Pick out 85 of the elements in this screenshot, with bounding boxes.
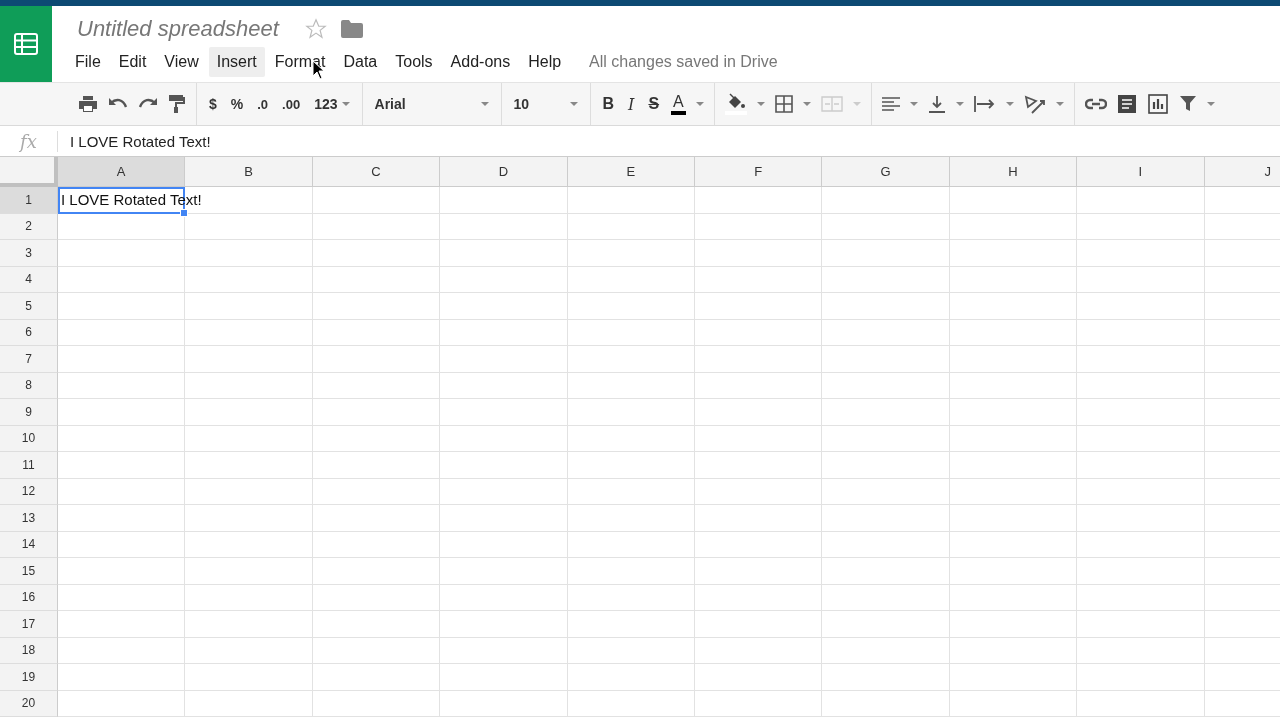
bold-button[interactable]: B bbox=[600, 95, 617, 113]
fill-color-icon[interactable] bbox=[724, 93, 747, 115]
row-header[interactable]: 19 bbox=[0, 664, 58, 691]
formula-input[interactable]: I LOVE Rotated Text! bbox=[58, 132, 211, 150]
caret-icon bbox=[802, 102, 811, 106]
menu-item[interactable]: Help bbox=[520, 47, 570, 77]
menu-item[interactable]: Data bbox=[335, 47, 386, 77]
menu-item[interactable]: Add-ons bbox=[442, 47, 519, 77]
column-header[interactable]: J bbox=[1204, 157, 1280, 187]
corner-cell[interactable] bbox=[0, 157, 58, 187]
strikethrough-button[interactable]: S bbox=[646, 95, 662, 113]
row-header[interactable]: 18 bbox=[0, 637, 58, 664]
row-header[interactable]: 2 bbox=[0, 213, 58, 240]
caret-icon bbox=[480, 102, 489, 106]
row-header[interactable]: 4 bbox=[0, 266, 58, 293]
filter-icon[interactable] bbox=[1178, 95, 1197, 113]
row-header[interactable]: 8 bbox=[0, 372, 58, 399]
row-header[interactable]: 15 bbox=[0, 558, 58, 585]
font-dropdown[interactable]: Arial bbox=[372, 96, 491, 112]
row-header[interactable]: 16 bbox=[0, 584, 58, 611]
column-header[interactable]: E bbox=[567, 157, 695, 187]
row-header[interactable]: 13 bbox=[0, 505, 58, 532]
grid-icon bbox=[14, 33, 38, 55]
formula-label: fx bbox=[0, 130, 58, 152]
link-icon[interactable] bbox=[1084, 98, 1107, 110]
row-header[interactable]: 5 bbox=[0, 293, 58, 320]
star-icon[interactable] bbox=[304, 18, 327, 40]
row-header[interactable]: 7 bbox=[0, 346, 58, 373]
font-size-dropdown[interactable]: 10 bbox=[511, 96, 580, 112]
align-left-icon[interactable] bbox=[881, 97, 900, 111]
column-header[interactable]: D bbox=[440, 157, 568, 187]
currency-format-button[interactable]: $ bbox=[207, 96, 219, 112]
chart-icon[interactable] bbox=[1146, 93, 1169, 115]
number-format-dropdown[interactable]: 123 bbox=[312, 96, 352, 112]
menu-item[interactable]: Format bbox=[266, 47, 334, 77]
row-header[interactable]: 10 bbox=[0, 425, 58, 452]
merge-cells-icon bbox=[820, 96, 843, 112]
menu-item[interactable]: Tools bbox=[387, 47, 441, 77]
caret-icon bbox=[341, 102, 350, 106]
menu-item[interactable]: Insert bbox=[208, 47, 265, 77]
row-header[interactable]: 1 bbox=[0, 187, 58, 214]
row-header[interactable]: 20 bbox=[0, 690, 58, 717]
column-header[interactable]: B bbox=[185, 157, 313, 187]
sheets-logo[interactable] bbox=[0, 6, 52, 82]
column-header[interactable]: G bbox=[822, 157, 950, 187]
caret-icon bbox=[955, 102, 964, 106]
row-header[interactable]: 12 bbox=[0, 478, 58, 505]
caret-icon bbox=[569, 102, 578, 106]
document-title[interactable]: Untitled spreadsheet bbox=[77, 16, 279, 42]
text-color-button[interactable]: A bbox=[671, 93, 686, 115]
caret-icon bbox=[1206, 102, 1215, 106]
menu-item[interactable]: Edit bbox=[110, 47, 155, 77]
column-header[interactable]: F bbox=[694, 157, 823, 187]
column-header[interactable]: H bbox=[949, 157, 1078, 187]
borders-icon[interactable] bbox=[774, 95, 793, 113]
column-header[interactable]: I bbox=[1077, 157, 1205, 187]
row-header[interactable]: 17 bbox=[0, 611, 58, 638]
row-header[interactable]: 6 bbox=[0, 319, 58, 346]
vertical-align-bottom-icon[interactable] bbox=[927, 95, 946, 113]
row-header[interactable]: 11 bbox=[0, 452, 58, 479]
column-header[interactable]: A bbox=[58, 157, 186, 187]
caret-icon bbox=[695, 102, 704, 106]
menu-item[interactable]: View bbox=[156, 47, 207, 77]
comment-icon[interactable] bbox=[1116, 94, 1137, 114]
caret-icon bbox=[1055, 102, 1064, 106]
percent-format-button[interactable]: % bbox=[228, 96, 246, 112]
print-icon[interactable] bbox=[78, 95, 98, 113]
text-rotation-icon[interactable] bbox=[1023, 94, 1046, 114]
caret-icon bbox=[756, 102, 765, 106]
decrease-decimal-button[interactable]: .0 bbox=[255, 96, 271, 112]
fill-handle[interactable] bbox=[180, 208, 189, 217]
caret-icon bbox=[852, 102, 861, 106]
save-status: All changes saved in Drive bbox=[589, 53, 778, 71]
increase-decimal-button[interactable]: .00 bbox=[280, 96, 303, 112]
caret-icon bbox=[1005, 102, 1014, 106]
row-header[interactable]: 9 bbox=[0, 399, 58, 426]
folder-icon[interactable] bbox=[340, 20, 363, 38]
italic-button[interactable]: I bbox=[626, 94, 637, 114]
paint-format-icon[interactable] bbox=[168, 94, 186, 114]
menu-item[interactable]: File bbox=[67, 47, 109, 77]
text-wrap-icon[interactable] bbox=[973, 95, 996, 113]
caret-icon bbox=[909, 102, 918, 106]
row-header[interactable]: 14 bbox=[0, 531, 58, 558]
column-header[interactable]: C bbox=[312, 157, 441, 187]
row-header[interactable]: 3 bbox=[0, 240, 58, 267]
